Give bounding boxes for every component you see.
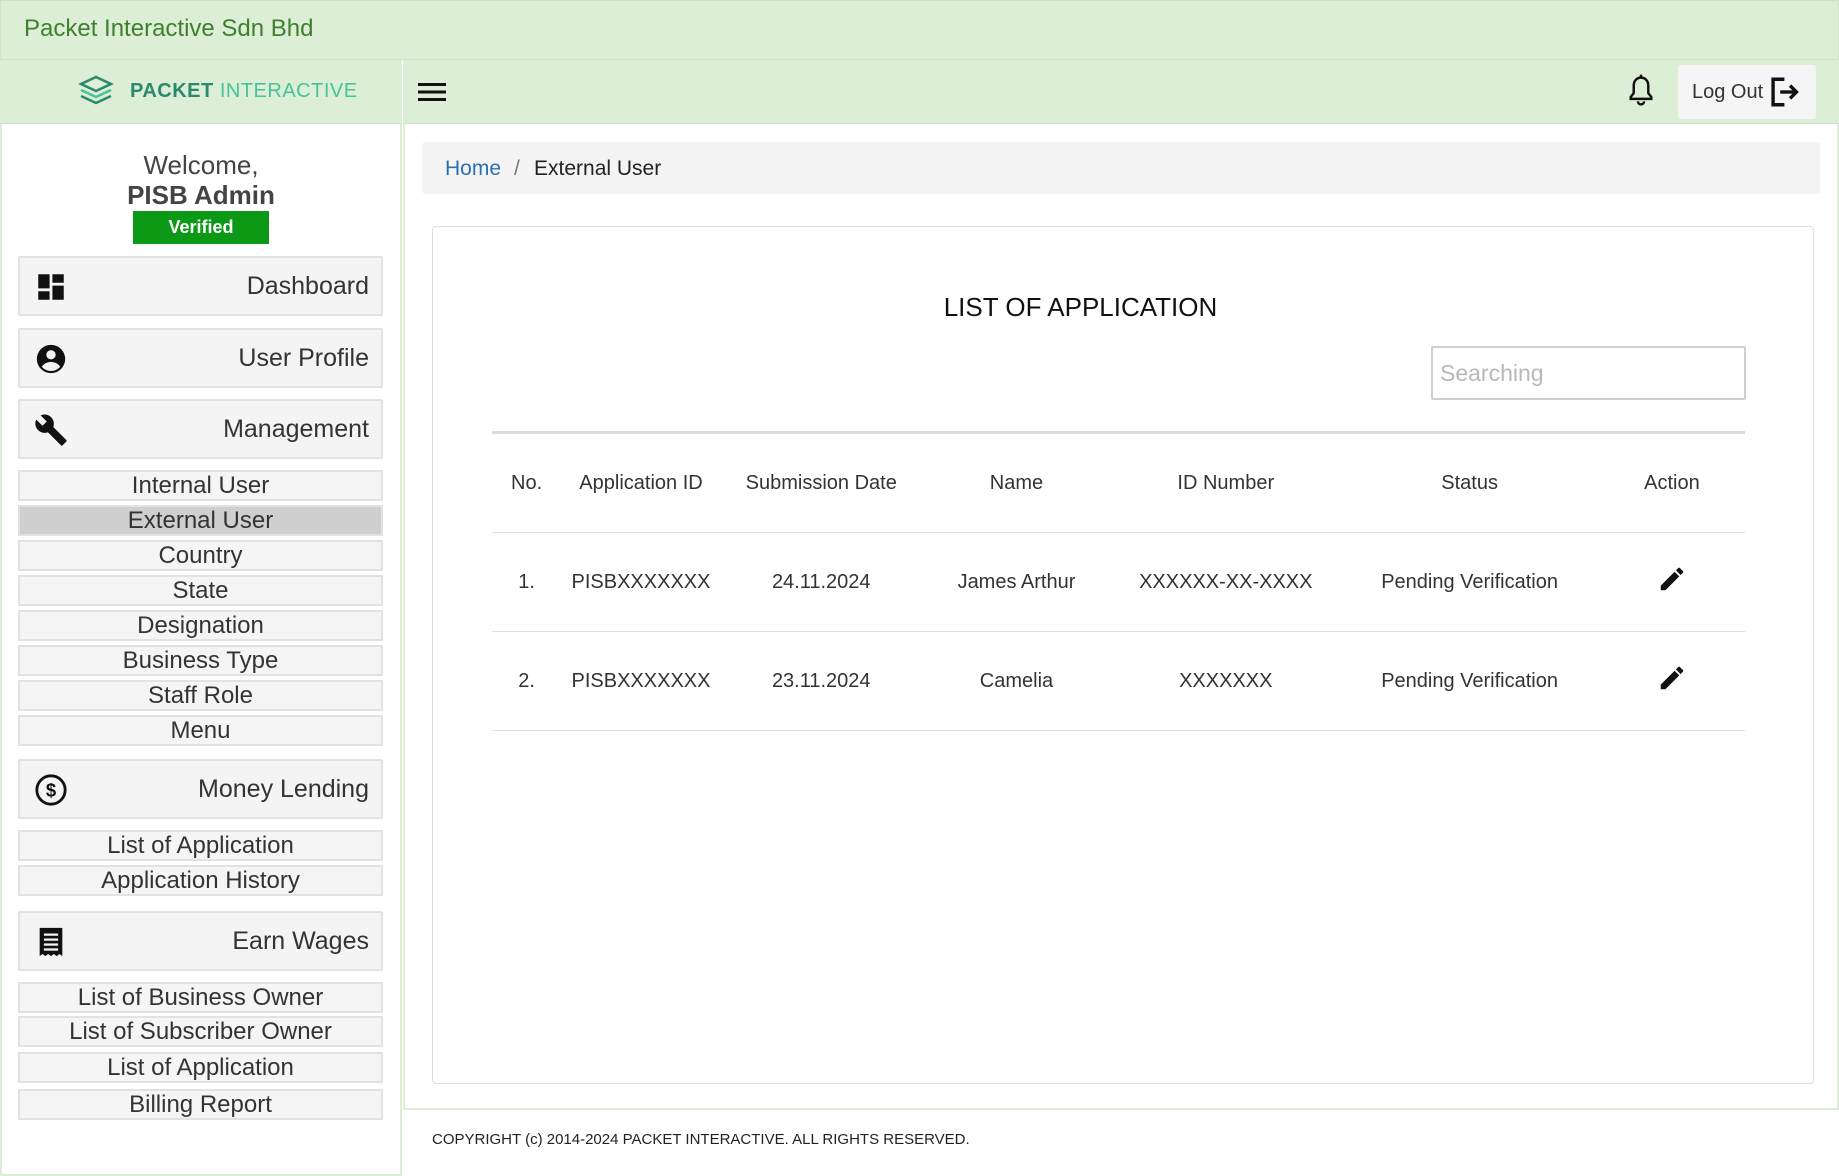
nav-earn-wages-button[interactable]: Earn Wages bbox=[18, 911, 383, 971]
logout-label: Log Out bbox=[1692, 81, 1764, 103]
sidebar-item-application-history[interactable]: Application History bbox=[18, 865, 383, 896]
nav-dashboard-button[interactable]: Dashboard bbox=[18, 256, 383, 316]
wrench-icon bbox=[35, 414, 67, 446]
table-row: 2. PISBXXXXXXX 23.11.2024 Camelia XXXXXX… bbox=[492, 631, 1745, 731]
footer-copyright: COPYRIGHT (c) 2014-2024 PACKET INTERACTI… bbox=[432, 1131, 970, 1148]
sidebar-item-ml-list-of-application[interactable]: List of Application bbox=[18, 830, 383, 861]
nav-user-profile-button[interactable]: User Profile bbox=[18, 328, 383, 388]
welcome-text: Welcome, bbox=[143, 150, 259, 180]
sidebar-item-external-user[interactable]: External User bbox=[18, 505, 383, 536]
table-row: 1. PISBXXXXXXX 24.11.2024 James Arthur X… bbox=[492, 532, 1745, 632]
sidebar-item-billing-report[interactable]: Billing Report bbox=[18, 1089, 383, 1120]
column-header-name: Name bbox=[921, 432, 1112, 533]
nav-earn-wages-label: Earn Wages bbox=[232, 927, 369, 955]
sidebar-item-internal-user[interactable]: Internal User bbox=[18, 470, 383, 501]
nav-management-button[interactable]: Management bbox=[18, 399, 383, 459]
cell-status: Pending Verification bbox=[1340, 532, 1599, 632]
sidebar-item-ew-list-of-application[interactable]: List of Application bbox=[18, 1052, 383, 1083]
cell-submission-date: 24.11.2024 bbox=[720, 532, 922, 632]
nav-dashboard-label: Dashboard bbox=[246, 272, 369, 300]
sidebar-item-business-type[interactable]: Business Type bbox=[18, 645, 383, 676]
cell-no: 2. bbox=[492, 631, 562, 731]
company-name: Packet Interactive Sdn Bhd bbox=[24, 15, 314, 42]
search-input[interactable] bbox=[1431, 346, 1746, 400]
sidebar-item-staff-role[interactable]: Staff Role bbox=[18, 680, 383, 711]
sidebar-item-designation[interactable]: Designation bbox=[18, 610, 383, 641]
bell-icon[interactable] bbox=[1626, 74, 1656, 108]
nav-user-profile-label: User Profile bbox=[238, 344, 369, 372]
logout-icon bbox=[1771, 77, 1799, 107]
column-header-application-id: Application ID bbox=[561, 432, 721, 533]
nav-money-lending-label: Money Lending bbox=[198, 775, 369, 803]
column-header-submission-date: Submission Date bbox=[720, 432, 922, 533]
logo-text-light: INTERACTIVE bbox=[219, 80, 358, 102]
sidebar-item-state[interactable]: State bbox=[18, 575, 383, 606]
cell-id-number: XXXXXXX bbox=[1111, 631, 1341, 731]
cell-no: 1. bbox=[492, 532, 562, 632]
verified-badge: Verified bbox=[133, 211, 269, 244]
cell-action bbox=[1598, 631, 1745, 731]
cell-name: James Arthur bbox=[921, 532, 1112, 632]
nav-money-lending-button[interactable]: $ Money Lending bbox=[18, 759, 383, 819]
application-table: No. Application ID Submission Date Name … bbox=[492, 431, 1745, 731]
table-header-row: No. Application ID Submission Date Name … bbox=[492, 432, 1745, 533]
logo-text-bold: PACKET bbox=[130, 80, 214, 102]
hamburger-icon[interactable] bbox=[418, 80, 448, 104]
main-header bbox=[403, 60, 1839, 124]
dashboard-icon bbox=[38, 274, 64, 300]
receipt-icon bbox=[39, 927, 63, 957]
column-header-id-number: ID Number bbox=[1111, 432, 1341, 533]
sidebar-item-list-of-business-owner[interactable]: List of Business Owner bbox=[18, 982, 383, 1013]
logo-text: PACKET INTERACTIVE bbox=[130, 80, 358, 103]
column-header-status: Status bbox=[1340, 432, 1599, 533]
pencil-icon[interactable] bbox=[1657, 564, 1687, 594]
user-name: PISB Admin bbox=[127, 180, 275, 210]
pencil-icon[interactable] bbox=[1657, 663, 1687, 693]
layers-icon bbox=[78, 75, 114, 105]
dollar-circle-icon: $ bbox=[35, 774, 67, 806]
cell-name: Camelia bbox=[921, 631, 1112, 731]
page-title: LIST OF APPLICATION bbox=[943, 292, 1218, 322]
cell-application-id: PISBXXXXXXX bbox=[561, 631, 721, 731]
sidebar-item-country[interactable]: Country bbox=[18, 540, 383, 571]
sidebar-item-list-of-subscriber-owner[interactable]: List of Subscriber Owner bbox=[18, 1016, 383, 1047]
column-header-no: No. bbox=[492, 432, 562, 533]
sidebar-item-menu[interactable]: Menu bbox=[18, 715, 383, 746]
logout-button[interactable]: Log Out bbox=[1678, 65, 1816, 119]
cell-action bbox=[1598, 532, 1745, 632]
account-circle-icon bbox=[36, 344, 66, 374]
cell-submission-date: 23.11.2024 bbox=[720, 631, 922, 731]
cell-application-id: PISBXXXXXXX bbox=[561, 532, 721, 632]
nav-management-label: Management bbox=[223, 415, 369, 443]
cell-id-number: XXXXXX-XX-XXXX bbox=[1111, 532, 1341, 632]
column-header-action: Action bbox=[1598, 432, 1745, 533]
svg-text:$: $ bbox=[46, 779, 56, 800]
cell-status: Pending Verification bbox=[1340, 631, 1599, 731]
